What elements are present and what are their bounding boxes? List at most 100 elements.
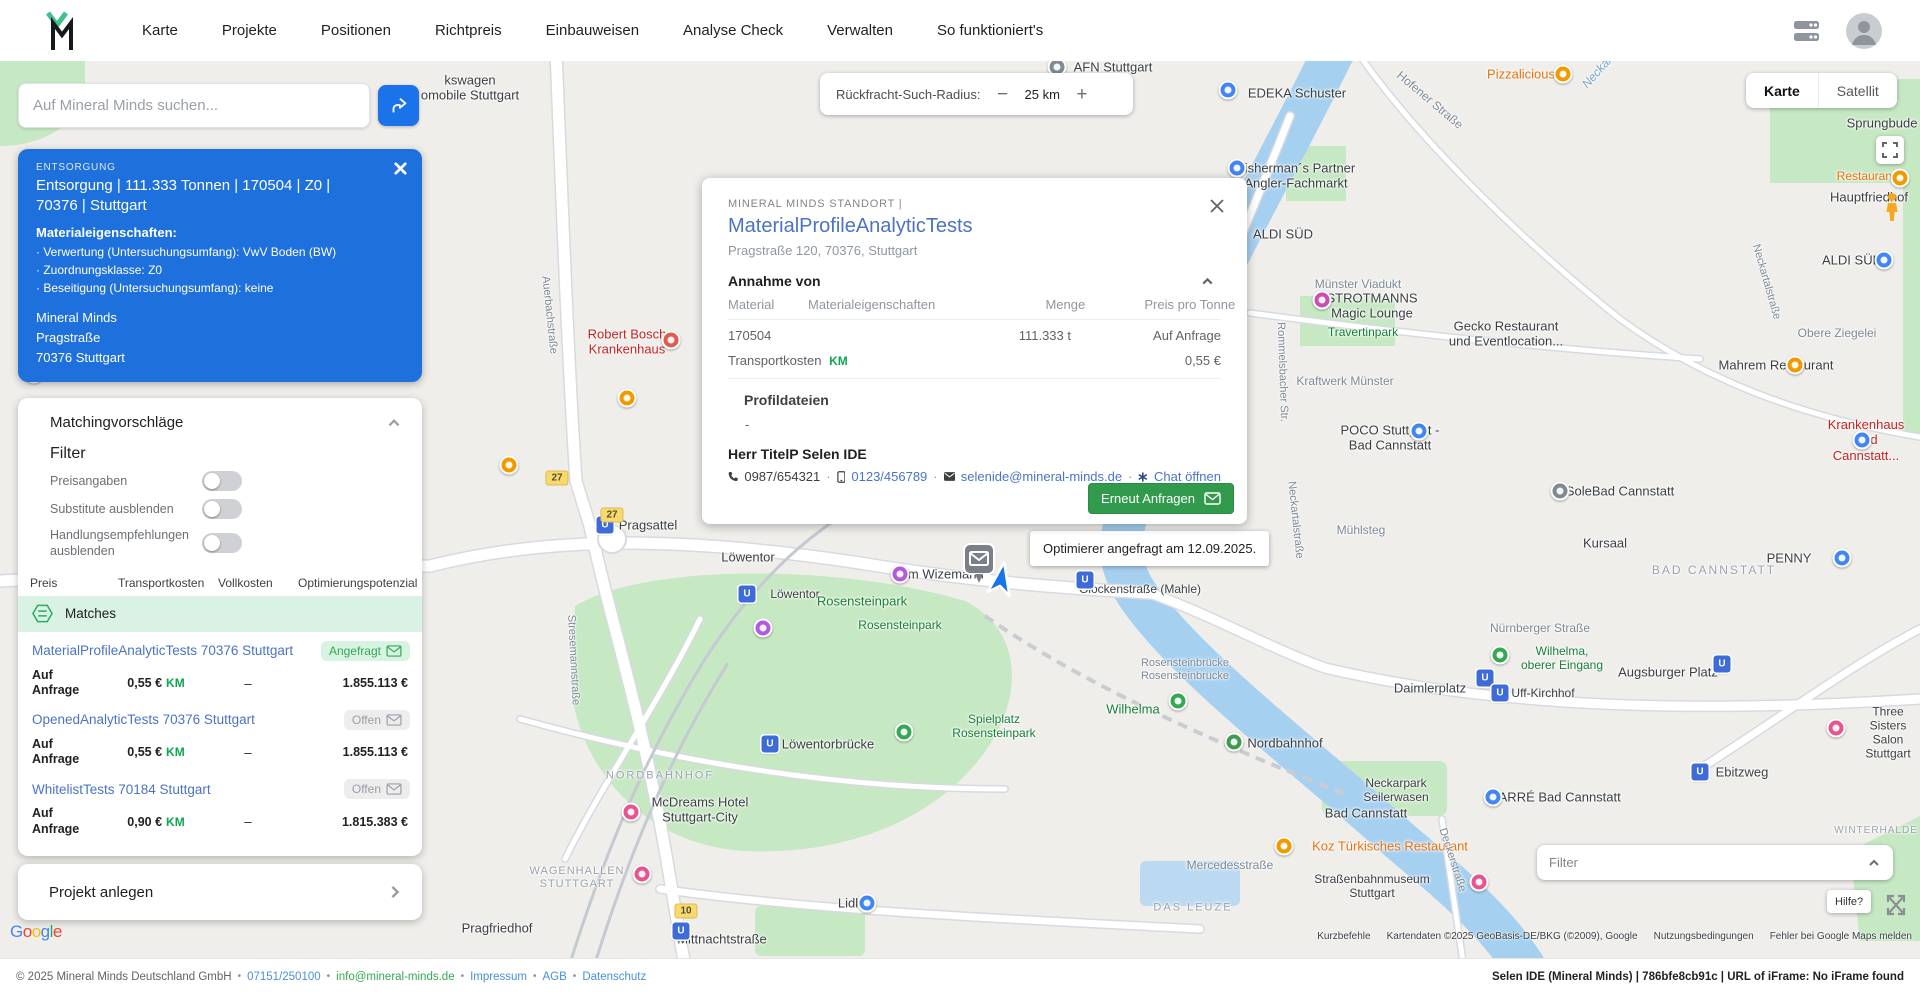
nav-item[interactable]: Richtpreis (435, 22, 502, 39)
disposal-close-button[interactable] (391, 159, 410, 181)
match-status-badge[interactable]: Angefragt (320, 640, 410, 661)
map-poi-marker[interactable] (621, 802, 641, 822)
footer-link[interactable]: AGB (543, 971, 567, 983)
map-poi-marker[interactable] (1312, 290, 1332, 310)
map-poi-marker[interactable] (661, 330, 681, 350)
map-poi-marker[interactable] (1553, 64, 1573, 84)
footer-link[interactable]: Datenschutz (582, 971, 646, 983)
nav-item[interactable]: So funktioniert's (937, 22, 1043, 39)
search-input[interactable] (18, 83, 370, 128)
map-poi-marker[interactable] (753, 618, 773, 638)
map-poi-marker[interactable] (857, 893, 877, 913)
footer-link[interactable]: © 2025 Mineral Minds Deutschland GmbH (16, 971, 232, 983)
map-poi-marker[interactable] (1483, 787, 1503, 807)
map-poi-marker[interactable] (632, 864, 652, 884)
ubahn-stop-icon[interactable]: U (1476, 669, 1494, 687)
map-poi-marker[interactable] (1874, 250, 1894, 270)
ubahn-stop-icon[interactable]: U (761, 735, 779, 753)
pegman-icon[interactable] (1882, 192, 1902, 227)
phone-icon (728, 471, 738, 482)
map-poi-marker[interactable] (1785, 355, 1805, 375)
report-error-link[interactable]: Fehler bei Google Maps melden (1770, 931, 1912, 942)
envelope-icon (943, 472, 955, 481)
ubahn-stop-icon[interactable]: U (1691, 763, 1709, 781)
chevron-up-icon[interactable] (1200, 274, 1215, 289)
match-name-link[interactable]: MaterialProfileAnalyticTests 70376 Stutt… (32, 643, 293, 658)
ubahn-stop-icon[interactable]: U (672, 922, 690, 940)
match-status-badge[interactable]: Offen (343, 779, 410, 799)
shortcuts-link[interactable]: Kurzbefehle (1317, 931, 1370, 942)
map-poi-marker[interactable] (1490, 645, 1510, 665)
match-name-link[interactable]: OpenedAnalyticTests 70376 Stuttgart (32, 712, 255, 727)
map-poi-marker[interactable] (1852, 430, 1872, 450)
transport-preis: 0,55 € (1184, 353, 1221, 368)
match-name-link[interactable]: WhitelistTests 70184 Stuttgart (32, 782, 211, 797)
nav-item[interactable]: Analyse Check (683, 22, 783, 39)
popup-close-button[interactable] (1205, 194, 1229, 221)
terms-link[interactable]: Nutzungsbedingungen (1654, 931, 1754, 942)
footer-item: AGB • (543, 971, 577, 983)
footer-link[interactable]: Impressum (470, 971, 527, 983)
col-preis: Preis (30, 575, 58, 590)
envelope-icon (386, 644, 402, 657)
nav-item[interactable]: Karte (142, 22, 178, 39)
ubahn-stop-icon[interactable]: U (1713, 655, 1731, 673)
footer-separator: • (237, 971, 242, 982)
disposal-company: Mineral Minds (36, 310, 117, 325)
pan-arrows-icon[interactable] (1883, 889, 1909, 924)
u-glyph: U (1496, 687, 1504, 699)
map-poi-marker[interactable] (1409, 421, 1429, 441)
nav-item[interactable]: Projekte (222, 22, 277, 39)
nav-item[interactable]: Verwalten (827, 22, 893, 39)
user-avatar[interactable] (1846, 12, 1882, 49)
ubahn-stop-icon[interactable]: U (1491, 684, 1509, 702)
match-optimierungspotenzial: 1.815.383 € (341, 814, 408, 829)
map-poi-marker[interactable] (1832, 548, 1852, 568)
map-type-satellit[interactable]: Satellit (1817, 73, 1897, 108)
map-poi-marker[interactable] (1890, 168, 1910, 188)
chevron-up-icon[interactable] (1867, 856, 1881, 870)
mineral-minds-logo[interactable] (44, 10, 80, 52)
contact-mobile-link[interactable]: 0123/456789 (851, 469, 927, 484)
contact-email-link[interactable]: selenide@mineral-minds.de (961, 469, 1122, 484)
map-poi-marker[interactable] (617, 388, 637, 408)
map-poi-marker[interactable] (1218, 80, 1238, 100)
help-label: Hilfe? (1835, 895, 1864, 908)
toggle-switch[interactable] (202, 471, 242, 491)
disposal-city: 70376 Stuttgart (36, 350, 125, 366)
ubahn-stop-icon[interactable]: U (738, 585, 756, 603)
chevron-up-icon[interactable] (386, 415, 402, 431)
map-poi-marker[interactable] (1826, 718, 1846, 738)
radius-decrease-button[interactable]: − (991, 85, 1015, 104)
map-poi-marker[interactable] (499, 455, 519, 475)
map-poi-marker[interactable] (1227, 158, 1247, 178)
footer-link[interactable]: info@mineral-minds.de (336, 971, 454, 983)
map-poi-marker[interactable] (1469, 872, 1489, 892)
map-poi-marker[interactable] (1224, 732, 1244, 752)
request-again-button[interactable]: Erneut Anfragen (1088, 483, 1234, 514)
map-poi-marker[interactable] (890, 564, 910, 584)
open-chat-link[interactable]: Chat öffnen (1154, 469, 1221, 484)
disposal-street: Pragstraße (36, 330, 101, 346)
toggle-switch[interactable] (202, 533, 242, 554)
match-status-badge[interactable]: Offen (343, 709, 410, 730)
directions-button[interactable] (378, 85, 419, 126)
popup-title-link[interactable]: MaterialProfileAnalyticTests (728, 215, 1221, 238)
toggle-switch[interactable] (202, 499, 242, 519)
help-button[interactable]: Hilfe? (1827, 890, 1872, 913)
ubahn-stop-icon[interactable]: U (596, 516, 614, 534)
map-poi-marker[interactable] (1550, 481, 1570, 501)
map-type-karte[interactable]: Karte (1746, 73, 1818, 108)
server-list-icon[interactable] (1793, 20, 1820, 42)
nav-item[interactable]: Positionen (321, 22, 391, 39)
fullscreen-button[interactable] (1876, 136, 1904, 164)
radius-increase-button[interactable]: + (1070, 85, 1094, 104)
map-poi-marker[interactable] (1168, 691, 1188, 711)
map-poi-marker[interactable] (894, 722, 914, 742)
ubahn-stop-icon[interactable]: U (1076, 571, 1094, 589)
map-poi-marker[interactable] (1274, 836, 1294, 856)
map-filter-input[interactable] (1537, 855, 1867, 870)
footer-link[interactable]: 07151/250100 (247, 971, 321, 983)
nav-item[interactable]: Einbauweisen (546, 22, 639, 39)
create-project-button[interactable]: Projekt anlegen (18, 864, 422, 920)
